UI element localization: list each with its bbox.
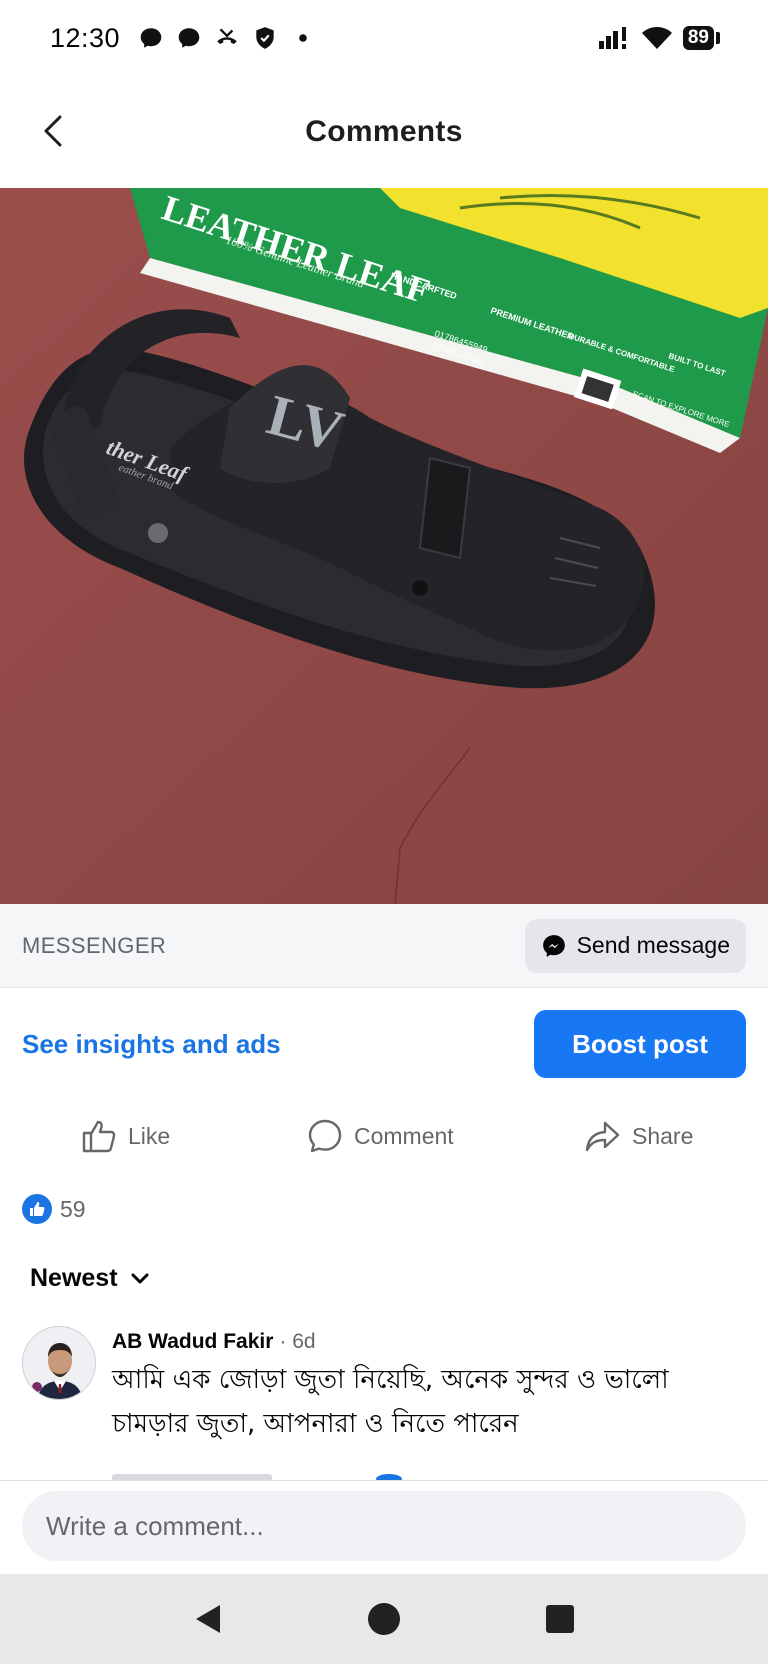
comment-composer <box>0 1480 768 1574</box>
status-bar: 12:30 89 <box>0 0 768 76</box>
system-icons: 89 <box>597 25 720 51</box>
comment-author[interactable]: AB Wadud Fakir <box>112 1330 273 1354</box>
comment-time: · 6d <box>279 1330 316 1353</box>
like-label: Like <box>128 1122 171 1149</box>
notification-icons <box>138 25 316 51</box>
missed-call-icon <box>217 28 237 44</box>
triangle-back-icon <box>196 1605 220 1633</box>
nav-home-button[interactable] <box>354 1589 414 1649</box>
battery-level: 89 <box>682 26 714 50</box>
system-nav-bar <box>0 1574 768 1664</box>
messenger-icon <box>178 28 200 48</box>
sort-dropdown[interactable]: Newest <box>30 1264 150 1293</box>
insights-row: See insights and ads Boost post <box>22 1010 746 1078</box>
square-recents-icon <box>546 1605 574 1633</box>
comment-item: AB Wadud Fakir · 6d আমি এক জোড়া জুতা নি… <box>22 1326 746 1446</box>
page-title: Comments <box>305 115 463 148</box>
comment-button[interactable]: Comment <box>306 1117 454 1155</box>
shield-icon <box>256 27 274 49</box>
comment-body: AB Wadud Fakir · 6d আমি এক জোড়া জুতা নি… <box>112 1326 746 1446</box>
send-message-label: Send message <box>576 932 730 958</box>
nav-recents-button[interactable] <box>530 1589 590 1649</box>
messenger-icon <box>140 28 162 48</box>
battery-indicator: 89 <box>682 26 720 50</box>
comment-meta: AB Wadud Fakir · 6d <box>112 1330 746 1354</box>
messenger-bar: MESSENGER Send message <box>0 904 768 988</box>
comments-header: Comments <box>0 76 768 188</box>
share-arrow-icon <box>585 1121 620 1152</box>
like-button[interactable]: Like <box>80 1117 170 1155</box>
reaction-count: 59 <box>60 1195 86 1222</box>
share-button[interactable]: Share <box>584 1117 693 1155</box>
dot-icon <box>299 34 307 42</box>
reactions-summary[interactable]: 59 <box>22 1194 86 1224</box>
wifi-icon <box>641 27 672 49</box>
chevron-down-icon <box>131 1273 149 1283</box>
circle-home-icon <box>368 1603 400 1635</box>
see-insights-link[interactable]: See insights and ads <box>22 1029 281 1060</box>
chevron-left-icon <box>44 115 62 147</box>
nav-back-button[interactable] <box>178 1589 238 1649</box>
back-button[interactable] <box>36 114 70 148</box>
comment-label: Comment <box>354 1122 454 1149</box>
comment-text: আমি এক জোড়া জুতা নিয়েছি, অনেক সুন্দর ও… <box>112 1365 669 1439</box>
share-label: Share <box>632 1122 694 1149</box>
messenger-label: MESSENGER <box>22 932 167 958</box>
send-message-button[interactable]: Send message <box>524 918 746 973</box>
thumbs-up-icon <box>82 1120 116 1153</box>
avatar[interactable] <box>22 1326 96 1400</box>
like-reaction-icon <box>22 1194 52 1224</box>
sort-label: Newest <box>30 1264 118 1292</box>
post-photo[interactable]: LEATHER LEAF 100% Genuine Leather Brand … <box>0 188 768 904</box>
post-actions: Like Comment Share <box>0 1108 768 1164</box>
boost-post-button[interactable]: Boost post <box>534 1010 746 1078</box>
sandal-photo: LEATHER LEAF 100% Genuine Leather Brand … <box>0 188 768 904</box>
comment-input[interactable] <box>22 1491 746 1561</box>
messenger-icon <box>542 934 565 957</box>
signal-icon <box>598 27 626 49</box>
status-time: 12:30 <box>50 22 121 53</box>
comment-bubble-icon <box>308 1119 342 1153</box>
